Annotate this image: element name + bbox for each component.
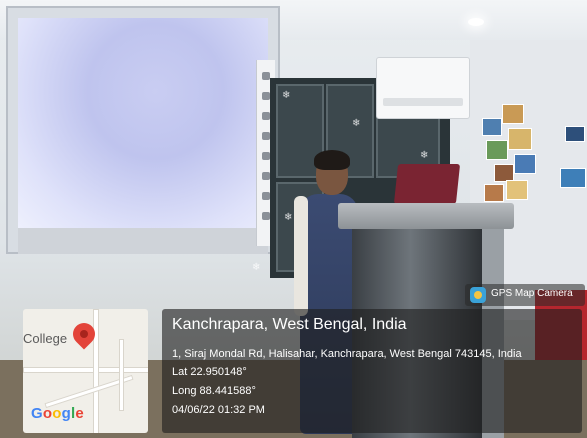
gps-camera-app-icon	[470, 287, 486, 303]
wall-photo	[484, 184, 504, 202]
tool-icon	[262, 212, 270, 220]
tool-icon	[262, 92, 270, 100]
google-logo: Google	[31, 405, 84, 422]
wall-photo	[482, 118, 502, 136]
wall-photo	[565, 126, 585, 142]
map-road	[119, 339, 124, 411]
tool-icon	[262, 172, 270, 180]
laptop	[393, 164, 461, 204]
tool-icon	[262, 152, 270, 160]
address-line: 1, Siraj Mondal Rd, Halisahar, Kanchrapa…	[172, 348, 522, 360]
snowflake-decoration: ❄	[252, 262, 261, 273]
map-road	[93, 309, 99, 433]
board-bottom	[18, 228, 268, 254]
tool-icon	[262, 112, 270, 120]
datetime-line: 04/06/22 01:32 PM	[172, 404, 265, 416]
latitude-line: Lat 22.950148°	[172, 366, 247, 378]
snowflake-decoration: ❄	[420, 150, 429, 161]
ceiling-light	[468, 18, 484, 26]
wall-photo	[486, 140, 508, 160]
gps-camera-badge: GPS Map Camera	[465, 284, 585, 306]
app-name: GPS Map Camera	[491, 288, 573, 299]
tool-icon	[262, 132, 270, 140]
projector-board	[6, 6, 280, 254]
speaker-scarf	[294, 196, 308, 316]
podium-top	[338, 203, 514, 229]
location-info-panel: Kanchrapara, West Bengal, India 1, Siraj…	[162, 309, 582, 433]
map-thumbnail: College Google	[23, 309, 148, 433]
tool-icon	[262, 72, 270, 80]
snowflake-decoration: ❄	[352, 118, 361, 129]
wall-photo	[514, 154, 536, 174]
wall-photo	[502, 104, 524, 124]
tool-icon	[262, 192, 270, 200]
projection-screen	[18, 18, 268, 228]
ac-vent	[383, 98, 463, 106]
speaker-hair	[314, 150, 350, 170]
air-conditioner	[376, 57, 470, 119]
map-road	[23, 367, 148, 373]
wall-photo	[508, 128, 532, 150]
snowflake-decoration: ❄	[282, 90, 291, 101]
wall-photo	[506, 180, 528, 200]
wall-photo	[560, 168, 586, 188]
snowflake-decoration: ❄	[284, 212, 293, 223]
map-place-label: College	[23, 331, 68, 346]
longitude-line: Long 88.441588°	[172, 385, 256, 397]
location-title: Kanchrapara, West Bengal, India	[172, 316, 407, 333]
